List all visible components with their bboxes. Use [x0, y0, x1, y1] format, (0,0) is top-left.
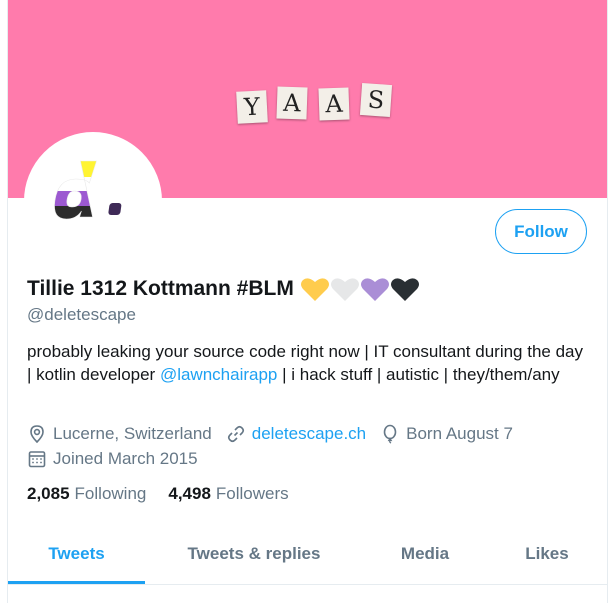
profile-name-row: Tillie 1312 Kottmann #BLM	[27, 274, 420, 304]
location-text: Lucerne, Switzerland	[53, 424, 212, 443]
profile-tabs: Tweets Tweets & replies Media Likes	[8, 527, 607, 585]
profile-name: Tillie 1312 Kottmann #BLM	[27, 277, 294, 300]
follow-button[interactable]: Follow	[495, 209, 587, 254]
tab-tweets[interactable]: Tweets	[8, 527, 145, 581]
profile-meta-row: Joined March 2015	[27, 447, 212, 471]
birthday-text: Born August 7	[406, 424, 513, 443]
join-date: Joined March 2015	[27, 449, 198, 469]
tab-media[interactable]: Media	[363, 527, 487, 581]
profile-handle: @deletescape	[27, 305, 136, 324]
avatar[interactable]	[24, 132, 162, 270]
website-link[interactable]: deletescape.ch	[252, 424, 366, 444]
banner-letter-tiles: Y A A S	[231, 82, 401, 126]
yellow-heart-icon	[300, 278, 329, 301]
heart-emojis	[300, 276, 420, 302]
banner-tile: A	[276, 86, 308, 120]
profile-frame: Y A A S Follow Tillie 1312 Kottmann #BLM…	[7, 0, 608, 603]
following-label: Following	[74, 484, 147, 503]
tab-tweets-and-replies[interactable]: Tweets & replies	[145, 527, 363, 581]
calendar-icon	[28, 451, 46, 468]
website[interactable]: deletescape.ch	[226, 424, 366, 444]
location: Lucerne, Switzerland	[27, 424, 212, 444]
banner-tile: A	[318, 87, 350, 121]
black-heart-icon	[390, 278, 419, 301]
bio-text: | i hack stuff | autistic | they/them/an…	[277, 365, 560, 384]
join-date-text: Joined March 2015	[53, 449, 198, 468]
followers-stat[interactable]: 4,498 Followers	[168, 484, 288, 504]
profile-meta-row: Lucerne, Switzerland deletescape.ch Born…	[27, 422, 527, 446]
following-stat[interactable]: 2,085 Following	[27, 484, 146, 504]
location-pin-icon	[30, 425, 44, 444]
following-count: 2,085	[27, 484, 70, 503]
follow-stats: 2,085 Following 4,498 Followers	[27, 482, 311, 506]
purple-heart-icon	[360, 278, 389, 301]
link-icon	[227, 425, 244, 443]
tab-likes[interactable]: Likes	[487, 527, 607, 581]
followers-count: 4,498	[168, 484, 211, 503]
active-tab-indicator	[8, 581, 145, 584]
profile-bio: probably leaking your source code right …	[27, 340, 587, 386]
banner-tile: Y	[236, 90, 268, 124]
followers-label: Followers	[215, 484, 289, 503]
white-heart-icon	[330, 278, 359, 301]
banner-tile: S	[359, 82, 393, 118]
birthday: Born August 7	[380, 424, 513, 444]
balloon-icon	[383, 424, 397, 444]
avatar-image	[29, 137, 157, 265]
bio-mention-link[interactable]: @lawnchairapp	[160, 365, 277, 384]
